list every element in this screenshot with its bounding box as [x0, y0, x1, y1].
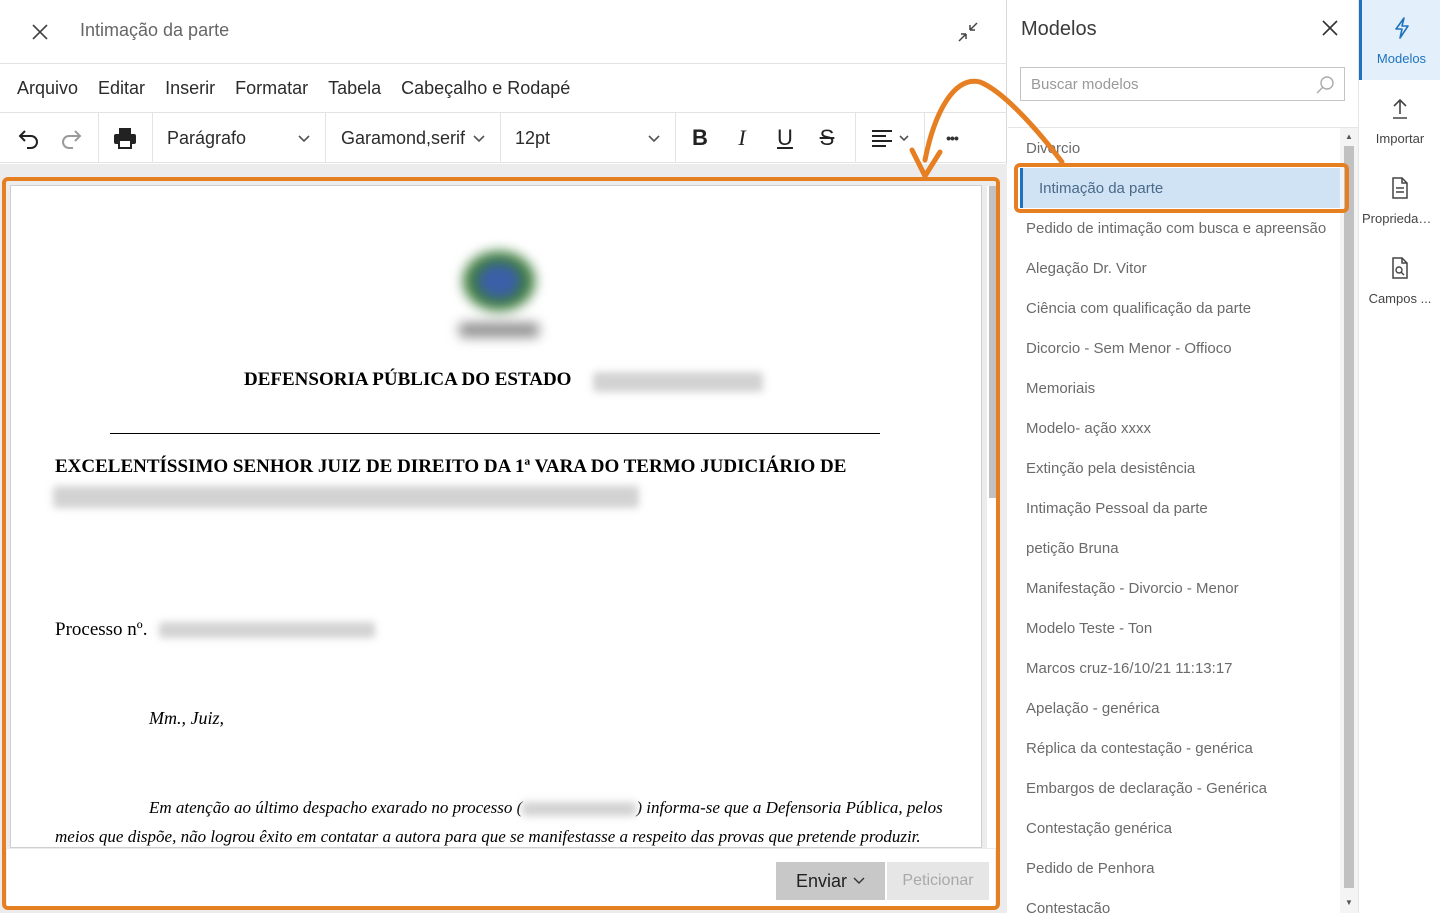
rail-importar[interactable]: Importar — [1359, 80, 1440, 160]
body-text-line-2: meios que dispõe, não logrou êxito em co… — [55, 827, 921, 846]
model-item[interactable]: Modelo Teste - Ton — [1026, 608, 1340, 648]
format-toolbar: Parágrafo Garamond,serif 12pt B I U S ••… — [0, 113, 1007, 163]
scroll-up-icon[interactable]: ▲ — [1345, 132, 1353, 141]
divider — [110, 433, 880, 434]
redacted-text — [522, 802, 637, 817]
strikethrough-button[interactable]: S — [813, 113, 841, 163]
chevron-down-icon — [853, 871, 865, 892]
editor-titlebar: Intimação da parte — [0, 0, 1007, 64]
document-search-icon — [1389, 256, 1411, 285]
models-panel-title: Modelos — [1021, 18, 1097, 40]
menu-formatar[interactable]: Formatar — [235, 78, 308, 99]
model-item[interactable]: Contestação — [1026, 888, 1340, 913]
document-addressee: EXCELENTÍSSIMO SENHOR JUIZ DE DIREITO DA… — [55, 456, 847, 477]
search-icon[interactable] — [1315, 75, 1335, 100]
model-item[interactable]: Intimação Pessoal da parte — [1026, 488, 1340, 528]
model-item[interactable]: Marcos cruz-16/10/21 11:13:17 — [1026, 648, 1340, 688]
redacted-text — [53, 486, 639, 508]
font-size-dropdown[interactable]: 12pt — [515, 113, 675, 163]
model-item-selected[interactable]: Intimação da parte — [1020, 168, 1340, 208]
menu-editar[interactable]: Editar — [98, 78, 145, 99]
font-size-value: 12pt — [515, 127, 551, 148]
models-list: Divorcio Intimação da parte Pedido de in… — [1008, 128, 1340, 913]
rail-label: Campos ... — [1368, 291, 1432, 306]
window-title: Intimação da parte — [80, 20, 230, 40]
menu-cabecalho-rodape[interactable]: Cabeçalho e Rodapé — [401, 78, 570, 99]
rail-label: Importar — [1375, 131, 1425, 146]
undo-icon[interactable] — [10, 113, 48, 163]
body-text-end: ) informa-se que a Defensoria Pública, p… — [636, 798, 943, 817]
document-heading: DEFENSORIA PÚBLICA DO ESTADO — [244, 369, 572, 390]
bold-button[interactable]: B — [686, 113, 714, 163]
model-item[interactable]: Alegação Dr. Vitor — [1026, 248, 1340, 288]
rail-label: Modelos — [1376, 51, 1427, 66]
underline-button[interactable]: U — [771, 113, 799, 163]
upload-icon — [1389, 96, 1411, 125]
scrollbar-thumb[interactable] — [1344, 146, 1354, 888]
model-item[interactable]: Extinção pela desistência — [1026, 448, 1340, 488]
document-page[interactable]: DEFENSORIA PÚBLICA DO ESTADO EXCELENTÍSS… — [10, 185, 982, 848]
model-item[interactable]: Réplica da contestação - genérica — [1026, 728, 1340, 768]
model-item[interactable]: Pedido de Penhora — [1026, 848, 1340, 888]
rail-modelos[interactable]: Modelos — [1359, 0, 1440, 80]
document-properties-icon — [1389, 176, 1411, 205]
model-item[interactable]: Modelo- ação xxxx — [1026, 408, 1340, 448]
redacted-text — [593, 372, 763, 392]
models-scrollbar[interactable]: ▲ ▼ — [1340, 128, 1358, 913]
editor-scrollbar[interactable] — [987, 186, 999, 848]
process-number-label: Processo nº. — [55, 619, 148, 640]
models-panel: Modelos Divorcio Intimação da parte Pedi… — [1008, 0, 1358, 913]
align-dropdown[interactable] — [864, 113, 916, 163]
print-icon[interactable] — [104, 113, 146, 163]
model-item[interactable]: Memoriais — [1026, 368, 1340, 408]
model-item[interactable]: Manifestação - Divorcio - Menor — [1026, 568, 1340, 608]
emblem-logo — [429, 241, 569, 351]
scrollbar-thumb[interactable] — [989, 186, 996, 498]
chevron-down-icon — [297, 130, 311, 151]
close-icon[interactable] — [1318, 16, 1342, 40]
send-button[interactable]: Enviar — [776, 862, 885, 900]
italic-button[interactable]: I — [728, 113, 756, 163]
model-item[interactable]: Apelação - genérica — [1026, 688, 1340, 728]
body-text-line: Em atenção ao último despacho exarado no… — [149, 798, 943, 818]
model-item[interactable]: Pedido de intimação com busca e apreensã… — [1026, 208, 1340, 248]
model-item[interactable]: Contestação genérica — [1026, 808, 1340, 848]
close-icon[interactable] — [28, 20, 52, 44]
block-format-dropdown[interactable]: Parágrafo — [167, 113, 325, 163]
body-text-start: Em atenção ao último despacho exarado no… — [149, 798, 523, 817]
menu-bar: Arquivo Editar Inserir Formatar Tabela C… — [0, 64, 1007, 113]
petition-button[interactable]: Peticionar — [887, 862, 989, 900]
scroll-down-icon[interactable]: ▼ — [1345, 898, 1353, 907]
model-item[interactable]: Dicorcio - Sem Menor - Offioco — [1026, 328, 1340, 368]
font-family-value: Garamond,serif — [341, 127, 466, 148]
greeting: Mm., Juiz, — [149, 708, 224, 728]
rail-label: Propriedades — [1362, 211, 1438, 226]
lightning-icon — [1391, 16, 1413, 45]
model-item[interactable]: Embargos de declaração - Genérica — [1026, 768, 1340, 808]
more-icon[interactable]: ••• — [934, 113, 970, 163]
redo-icon[interactable] — [52, 113, 90, 163]
chevron-down-icon — [472, 130, 486, 151]
block-format-value: Parágrafo — [167, 127, 247, 148]
font-family-dropdown[interactable]: Garamond,serif — [341, 113, 500, 163]
send-button-label: Enviar — [795, 870, 848, 891]
model-item[interactable]: Divorcio — [1026, 128, 1340, 168]
menu-inserir[interactable]: Inserir — [165, 78, 215, 99]
rail-campos[interactable]: Campos ... — [1359, 240, 1440, 320]
model-item[interactable]: Ciência com qualificação da parte — [1026, 288, 1340, 328]
search-box — [1020, 67, 1345, 101]
model-item[interactable]: petição Bruna — [1026, 528, 1340, 568]
chevron-down-icon — [647, 130, 661, 151]
menu-tabela[interactable]: Tabela — [328, 78, 381, 99]
redacted-text — [159, 622, 375, 638]
search-input[interactable] — [1021, 68, 1311, 100]
collapse-icon[interactable] — [956, 20, 980, 44]
side-rail: Modelos Importar Propriedades Campos ... — [1358, 0, 1440, 913]
menu-arquivo[interactable]: Arquivo — [17, 78, 78, 99]
align-left-icon — [872, 130, 909, 147]
rail-propriedades[interactable]: Propriedades — [1359, 160, 1440, 240]
